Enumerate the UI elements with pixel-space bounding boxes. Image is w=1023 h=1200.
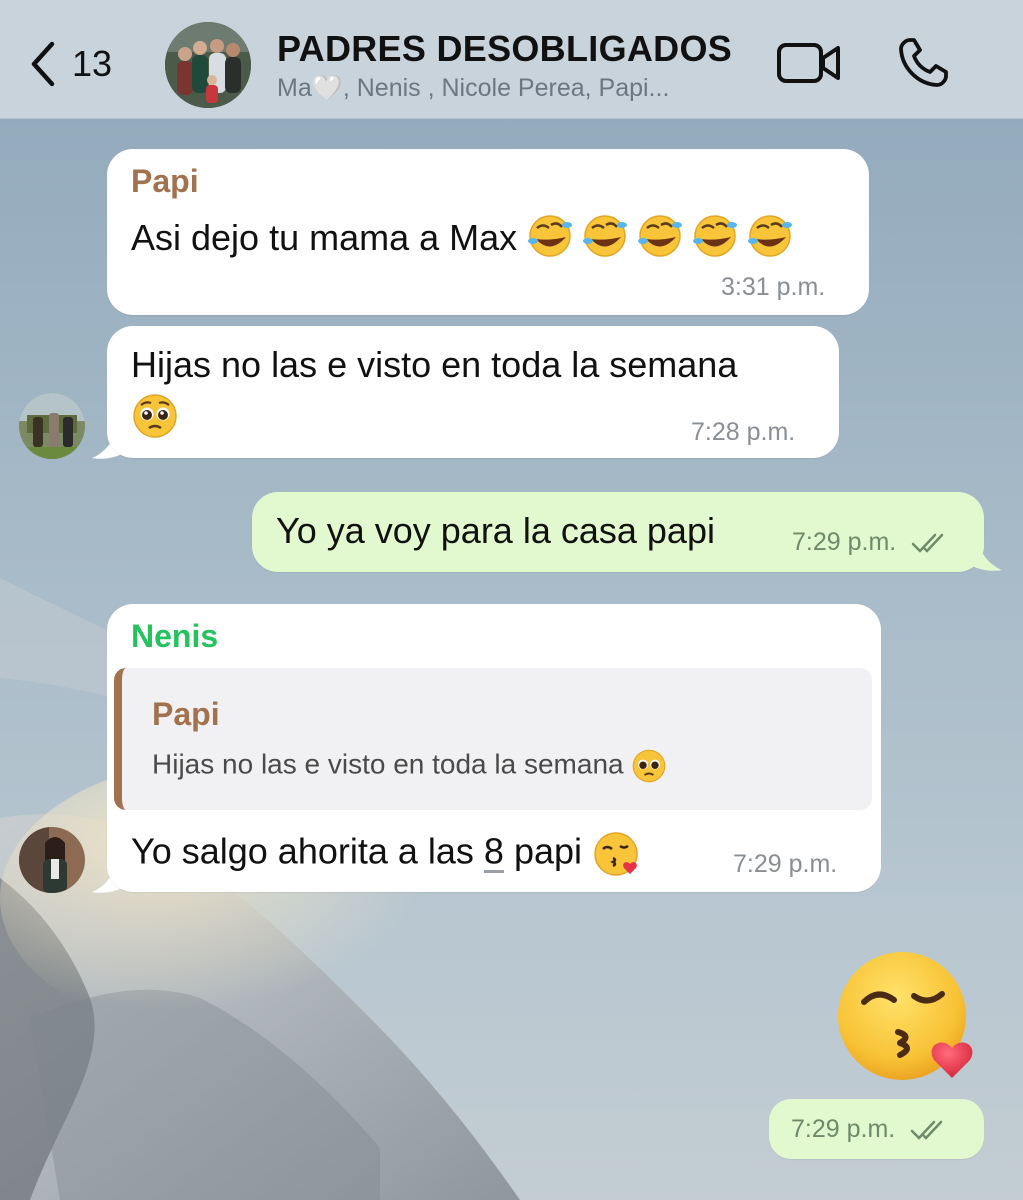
quoted-text-content: Hijas no las e visto en toda la semana bbox=[152, 748, 624, 780]
pleading-face-emoji bbox=[133, 394, 177, 438]
video-call-icon[interactable] bbox=[776, 40, 842, 86]
read-receipt-icon bbox=[911, 534, 944, 554]
sender-name[interactable]: Nenis bbox=[131, 618, 218, 655]
group-avatar[interactable] bbox=[165, 22, 251, 108]
unread-count: 13 bbox=[72, 43, 113, 84]
back-button[interactable]: 13 bbox=[28, 40, 112, 88]
message-text-content: papi bbox=[503, 830, 583, 872]
message-time-row: 7:29 p.m. bbox=[791, 1115, 950, 1144]
quoted-reply[interactable]: Papi Hijas no las e visto en toda la sem… bbox=[114, 668, 872, 810]
kissing-heart-emoji bbox=[594, 832, 638, 876]
bubble-tail bbox=[972, 548, 1002, 571]
chevron-left-icon bbox=[31, 41, 55, 87]
chat-header: 13 PADRES DESOBLIGADOS Ma🤍, Nenis , Nico… bbox=[0, 0, 1023, 119]
message-time: 7:29 p.m. bbox=[733, 850, 838, 878]
read-receipt-icon bbox=[910, 1121, 943, 1141]
message-text: Yo ya voy para la casa papi bbox=[276, 510, 715, 551]
message-time: 7:28 p.m. bbox=[691, 418, 796, 446]
message-time: 7:29 p.m. bbox=[791, 1115, 896, 1143]
message-time-row: 7:29 p.m. bbox=[792, 528, 951, 557]
chat-title[interactable]: PADRES DESOBLIGADOS bbox=[277, 28, 732, 70]
message-time: 3:31 p.m. bbox=[721, 273, 826, 301]
message-text: Yo salgo ahorita a las 8 papi bbox=[131, 830, 640, 878]
message-time: 7:29 p.m. bbox=[792, 528, 897, 556]
message-text-content: Asi dejo tu mama a Max bbox=[131, 217, 518, 259]
detected-number-link[interactable]: 8 bbox=[484, 831, 504, 872]
message-bubble-incoming[interactable]: Hijas no las e visto en toda la semana 7… bbox=[107, 326, 839, 458]
message-text: Asi dejo tu mama a Max bbox=[131, 213, 797, 268]
message-time-bubble[interactable]: 7:29 p.m. bbox=[769, 1099, 984, 1159]
message-bubble-incoming[interactable]: Papi Asi dejo tu mama a Max 3:31 p.m. bbox=[107, 149, 869, 315]
sender-name[interactable]: Papi bbox=[131, 163, 199, 200]
quoted-text: Hijas no las e visto en toda la semana bbox=[152, 748, 667, 784]
sender-avatar[interactable] bbox=[19, 827, 85, 893]
kissing-heart-emoji[interactable] bbox=[836, 948, 978, 1090]
sender-avatar[interactable] bbox=[19, 393, 85, 459]
chat-members[interactable]: Ma🤍, Nenis , Nicole Perea, Papi... bbox=[277, 74, 669, 103]
pleading-face-emoji bbox=[633, 749, 666, 783]
message-bubble-outgoing[interactable]: Yo ya voy para la casa papi 7:29 p.m. bbox=[252, 492, 984, 572]
rofl-emoji-group bbox=[527, 213, 797, 268]
phone-call-icon[interactable] bbox=[896, 36, 950, 90]
message-text: Hijas no las e visto en toda la semana bbox=[131, 344, 738, 385]
quoted-sender: Papi bbox=[152, 696, 220, 732]
message-text-content: Yo salgo ahorita a las bbox=[131, 830, 484, 872]
